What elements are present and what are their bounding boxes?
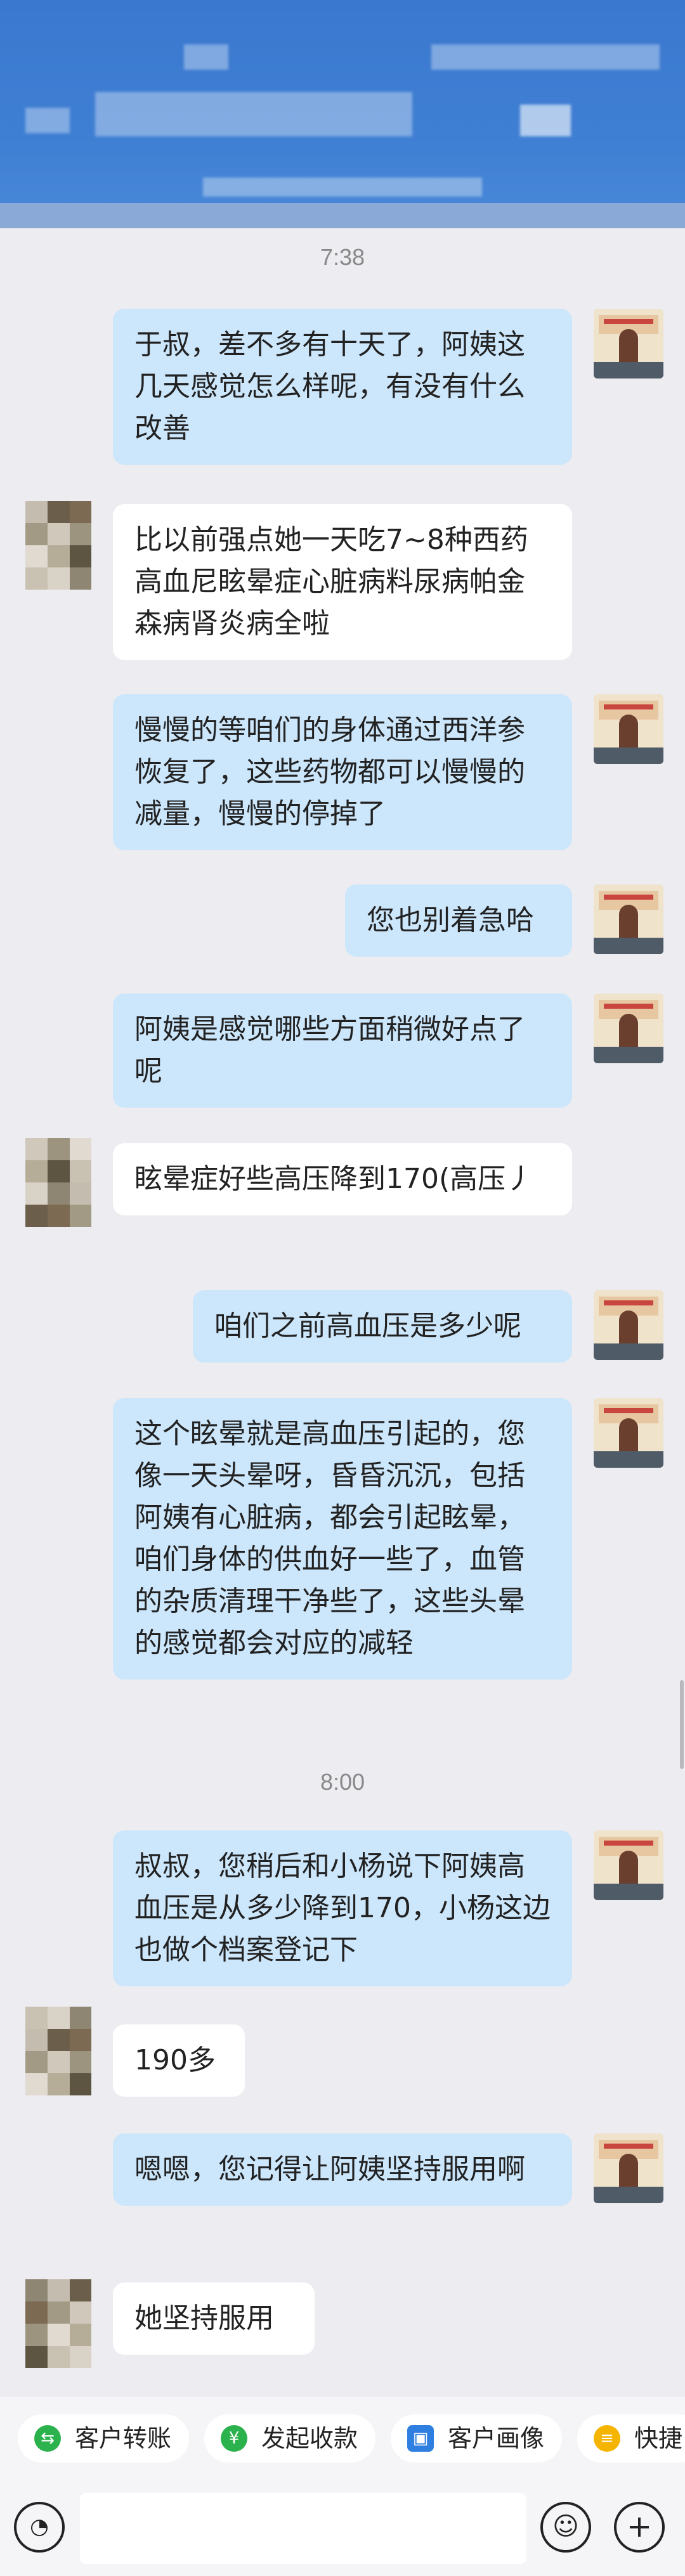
quick-action-quick-reply[interactable]: ≡ 快捷 <box>577 2414 685 2463</box>
contact-avatar[interactable] <box>25 1138 91 1227</box>
outgoing-message-bubble[interactable]: 这个眩晕就是高血压引起的，您像一天头晕呀，昏昏沉沉，包括阿姨有心脏病，都会引起眩… <box>113 1398 572 1680</box>
my-avatar[interactable] <box>594 1290 663 1360</box>
header-strip <box>0 203 685 228</box>
outgoing-message-bubble[interactable]: 咱们之前高血压是多少呢 <box>193 1290 572 1362</box>
message-input[interactable] <box>80 2493 526 2564</box>
outgoing-message-bubble[interactable]: 您也别着急哈 <box>345 884 572 957</box>
header-blur <box>203 178 482 197</box>
contact-avatar[interactable] <box>25 2279 91 2368</box>
quick-action-label: 发起收款 <box>261 2424 358 2452</box>
quick-reply-icon: ≡ <box>594 2425 620 2452</box>
header-blur <box>95 92 412 136</box>
incoming-message-bubble[interactable]: 眩晕症好些高压降到170(高压丿 <box>113 1143 572 1215</box>
payment-icon: ¥ <box>221 2425 247 2452</box>
my-avatar[interactable] <box>594 1830 663 1900</box>
quick-action-label: 快捷 <box>634 2424 683 2452</box>
header-blur <box>25 108 70 133</box>
timestamp: 8:00 <box>320 1769 365 1795</box>
my-avatar[interactable] <box>594 2133 663 2203</box>
quick-action-profile[interactable]: ▣ 客户画像 <box>391 2414 562 2463</box>
header-blur <box>431 44 660 70</box>
outgoing-message-bubble[interactable]: 慢慢的等咱们的身体通过西洋参恢复了，这些药物都可以慢慢的减量，慢慢的停掉了 <box>113 694 572 850</box>
voice-button[interactable]: ◔ <box>14 2502 65 2553</box>
transfer-icon: ⇆ <box>34 2425 61 2452</box>
emoji-button[interactable]: ☺ <box>540 2502 591 2553</box>
emoji-icon: ☺ <box>552 2512 579 2541</box>
quick-action-label: 客户转账 <box>75 2424 172 2452</box>
outgoing-message-bubble[interactable]: 于叔，差不多有十天了，阿姨这几天感觉怎么样呢，有没有什么改善 <box>113 309 572 465</box>
header-blur <box>520 105 571 136</box>
incoming-message-bubble[interactable]: 她坚持服用 <box>113 2282 315 2355</box>
outgoing-message-bubble[interactable]: 叔叔，您稍后和小杨说下阿姨高血压是从多少降到170，小杨这边也做个档案登记下 <box>113 1830 572 1986</box>
chat-header <box>0 0 685 228</box>
plus-icon: + <box>626 2509 653 2544</box>
my-avatar[interactable] <box>594 994 663 1063</box>
incoming-message-bubble[interactable]: 比以前强点她一天吃7~8种西药高血尼眩晕症心脏病料尿病帕金森病肾炎病全啦 <box>113 504 572 660</box>
scrollbar[interactable] <box>680 1680 684 1769</box>
header-blur <box>184 44 228 70</box>
quick-action-payment[interactable]: ¥ 发起收款 <box>204 2414 375 2463</box>
incoming-message-bubble[interactable]: 190多 <box>113 2024 245 2097</box>
quick-action-transfer[interactable]: ⇆ 客户转账 <box>18 2414 189 2463</box>
quick-action-bar: ⇆ 客户转账 ¥ 发起收款 ▣ 客户画像 ≡ 快捷 <box>0 2397 685 2479</box>
outgoing-message-bubble[interactable]: 嗯嗯，您记得让阿姨坚持服用啊 <box>113 2133 572 2206</box>
input-bar: ◔ ☺ + <box>0 2479 685 2576</box>
outgoing-message-bubble[interactable]: 阿姨是感觉哪些方面稍微好点了呢 <box>113 994 572 1108</box>
timestamp: 7:38 <box>320 244 365 270</box>
contact-avatar[interactable] <box>25 2007 91 2095</box>
my-avatar[interactable] <box>594 884 663 954</box>
profile-icon: ▣ <box>407 2425 434 2452</box>
quick-action-label: 客户画像 <box>448 2424 545 2452</box>
my-avatar[interactable] <box>594 694 663 764</box>
my-avatar[interactable] <box>594 1398 663 1468</box>
contact-avatar[interactable] <box>25 501 91 590</box>
my-avatar[interactable] <box>594 309 663 379</box>
more-button[interactable]: + <box>614 2502 665 2553</box>
voice-icon: ◔ <box>30 2514 49 2539</box>
